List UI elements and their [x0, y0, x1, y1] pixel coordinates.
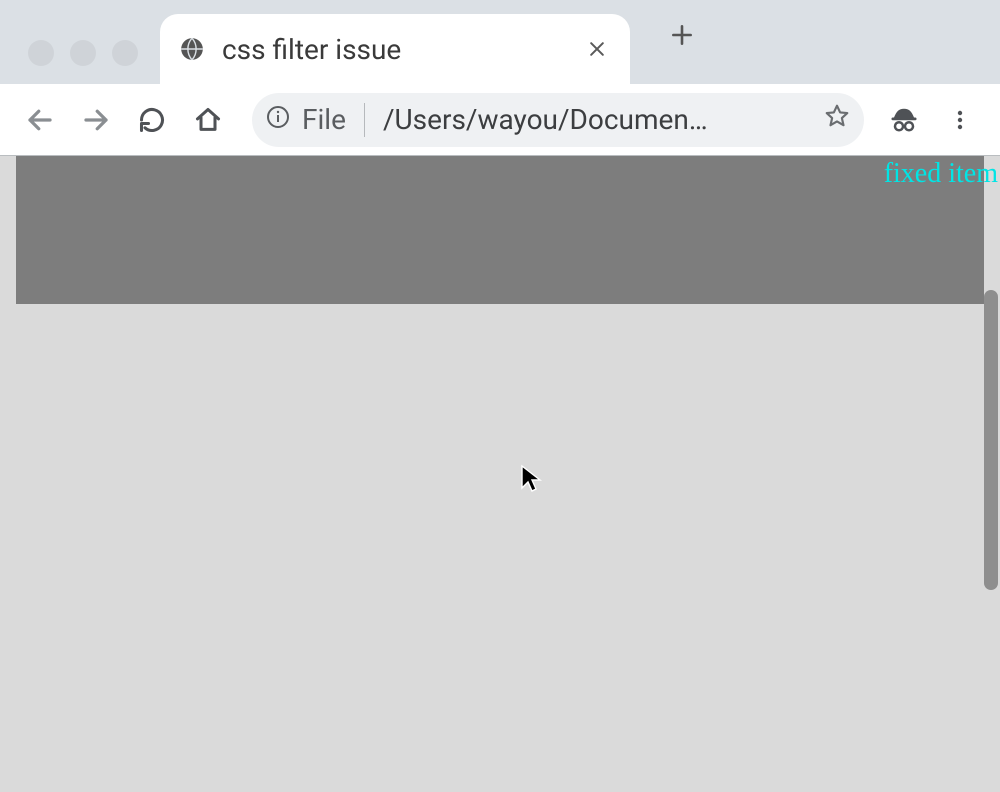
window-minimize-button[interactable]	[70, 40, 96, 66]
bookmark-star-icon[interactable]	[824, 103, 850, 136]
window-traffic-lights	[4, 24, 138, 66]
globe-icon	[178, 35, 206, 63]
forward-button[interactable]	[70, 94, 122, 146]
home-button[interactable]	[182, 94, 234, 146]
header-block	[16, 156, 984, 304]
incognito-icon[interactable]	[878, 94, 930, 146]
page-viewport: fixed item	[0, 156, 1000, 792]
browser-toolbar: File /Users/wayou/Documen…	[0, 84, 1000, 156]
url-scheme: File	[302, 103, 346, 136]
menu-button[interactable]	[934, 94, 986, 146]
reload-button[interactable]	[126, 94, 178, 146]
page-content	[16, 156, 984, 304]
new-tab-button[interactable]	[660, 13, 704, 57]
back-button[interactable]	[14, 94, 66, 146]
separator	[364, 103, 365, 137]
window-zoom-button[interactable]	[112, 40, 138, 66]
window-titlebar: css filter issue	[0, 0, 1000, 84]
mouse-cursor-icon	[520, 464, 544, 498]
tab-close-button[interactable]	[582, 34, 612, 64]
fixed-item-label: fixed item	[884, 158, 1000, 190]
site-info-icon[interactable]	[266, 103, 290, 136]
tab-title: css filter issue	[222, 33, 566, 66]
tab-strip: css filter issue	[160, 0, 704, 84]
url-path: /Users/wayou/Documen…	[383, 103, 812, 136]
vertical-scrollbar-thumb[interactable]	[984, 290, 998, 590]
window-close-button[interactable]	[28, 40, 54, 66]
browser-tab[interactable]: css filter issue	[160, 14, 630, 84]
address-bar[interactable]: File /Users/wayou/Documen…	[252, 93, 864, 147]
